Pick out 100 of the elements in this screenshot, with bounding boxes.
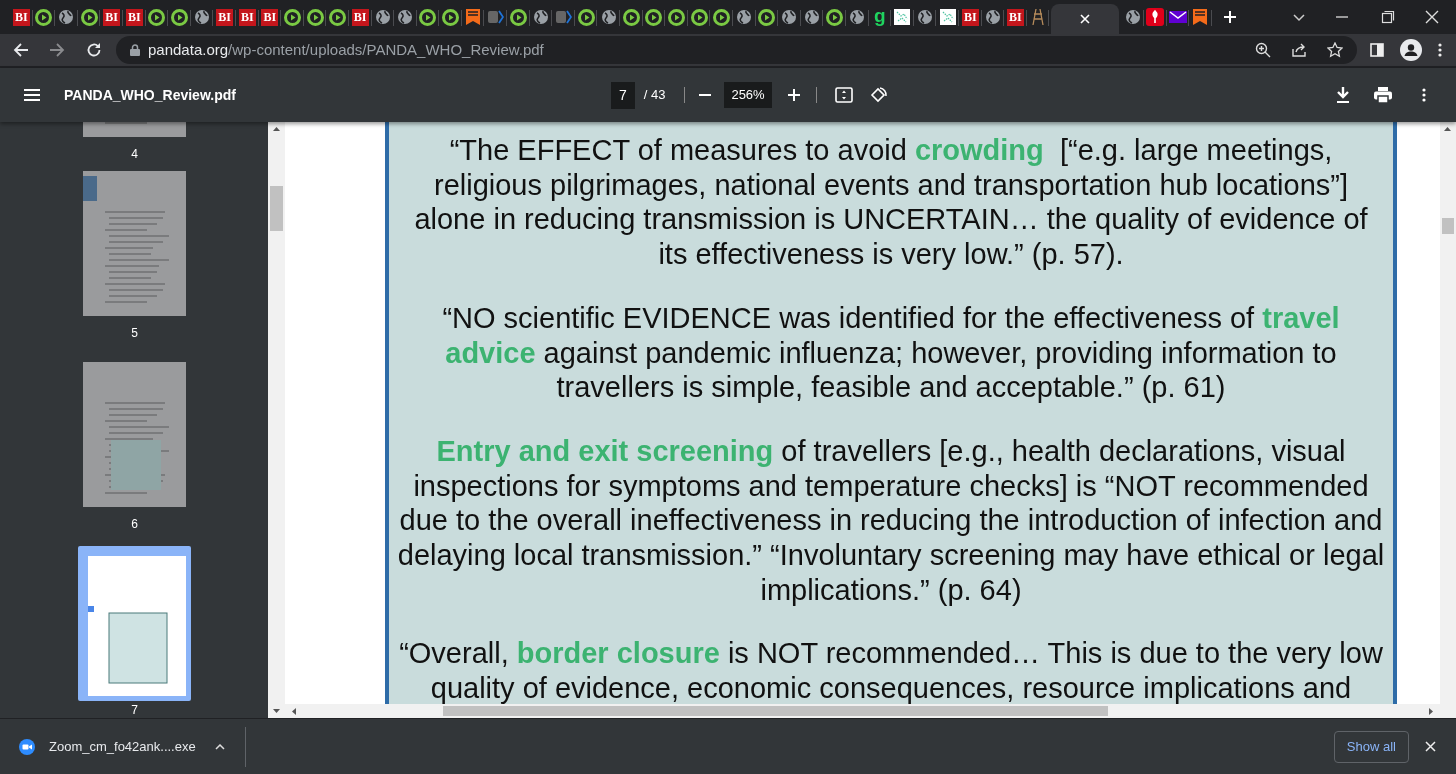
star-icon[interactable] [1327,42,1343,58]
play-icon [283,8,301,26]
play-icon [329,8,347,26]
browser-tab[interactable]: BI [258,0,282,34]
page-number: 5 [131,327,138,340]
lock-icon [130,44,140,56]
menu-icon[interactable] [1438,43,1442,57]
scroll-down-icon[interactable] [273,709,280,714]
browser-tab[interactable]: BI [1004,0,1027,34]
menu-icon[interactable] [24,89,40,101]
globe-icon [804,9,821,25]
zoom-in-icon[interactable] [787,89,800,101]
chevron-icon [555,9,572,25]
share-icon[interactable] [1291,42,1307,58]
quote-paragraph: “The EFFECT of measures to avoid crowding [“e.g. large meetings, religious pilgrimages, national events and transportation hub locations”] alone in reducing transmission is UNCERTAIN… the quality of evidence of its effectiveness is very low.” (p. 57). [413,133,1369,272]
scroll-left-icon[interactable] [291,708,296,715]
caret-icon[interactable] [214,743,225,750]
profile-icon[interactable] [1400,39,1422,61]
page-number: 7 [131,704,138,717]
play-icon [509,8,527,26]
more-icon[interactable] [1422,88,1426,102]
scrollbar-thumb[interactable] [1442,218,1454,234]
scroll-right-icon[interactable] [1429,708,1434,715]
address-field[interactable]: pandata.org/wp-content/uploads/PANDA_WHO_Review.pdf [116,36,1357,64]
browser-tab[interactable]: BI [348,0,372,34]
chevron-icon [487,9,504,25]
play-icon [758,8,776,26]
scrollbar[interactable] [268,122,285,718]
browser-tab[interactable]: BI [958,0,982,34]
forward-icon[interactable] [49,42,65,58]
browser-tab[interactable]: BI [100,0,123,34]
play-icon [622,8,640,26]
globe-icon [58,9,75,25]
globe-icon [917,9,934,25]
globe-icon [984,9,1001,25]
video-camera-icon [19,738,35,755]
pin-icon [1146,8,1165,26]
browser-tab[interactable]: BI [10,0,33,34]
globe-icon [781,9,798,25]
browser-tab[interactable]: g [868,0,892,34]
print-icon[interactable] [1374,87,1392,103]
play-icon [419,8,437,26]
close-icon[interactable] [1425,741,1436,752]
scrollbar-thumb[interactable] [443,706,1108,716]
play-icon [306,8,324,26]
file-name: PANDA_WHO_Review.pdf [64,85,236,105]
globe-icon [397,9,414,25]
scrollbar[interactable] [1440,122,1456,704]
globe-icon [1124,9,1141,25]
globe-icon [374,9,391,25]
play-icon [690,8,708,26]
show-all-button[interactable]: Show all [1333,730,1409,763]
logo-icon: BI [261,8,279,26]
zoom-level-field[interactable]: 256% [724,82,772,108]
minimize-icon[interactable] [1335,16,1349,18]
download-file-name[interactable]: Zoom_cm_fo42ank....exe [49,736,196,757]
logo-icon: BI [961,8,979,26]
logo-icon: BI [125,8,143,26]
page-number: 6 [131,518,138,531]
logo-icon: BI [12,8,30,26]
globe-icon [600,9,617,25]
page-thumbnail[interactable] [78,546,191,701]
page-thumbnail[interactable] [83,362,186,507]
play-icon [713,8,731,26]
page-number: 4 [131,148,138,161]
reload-icon[interactable] [86,42,102,58]
close-icon[interactable] [1425,10,1439,24]
side-panel-icon[interactable] [1370,43,1384,57]
globe-icon [532,9,549,25]
page-number-field[interactable]: 7 [610,81,635,109]
play-icon [577,8,595,26]
chart-icon [939,9,956,25]
scrollbar-thumb[interactable] [270,186,283,231]
chart-icon [894,9,911,25]
logo-icon: BI [238,8,256,26]
browser-tab[interactable]: BI [235,0,259,34]
play-icon [35,8,53,26]
logo-icon: BI [351,8,369,26]
back-icon[interactable] [13,42,29,58]
scroll-up-icon[interactable] [1444,126,1451,131]
logo-icon: BI [1006,8,1024,26]
page-thumbnail[interactable] [83,171,186,316]
play-icon [668,8,685,26]
scrollbar[interactable] [285,704,1456,718]
globe-icon [194,9,211,25]
rotate-icon[interactable] [869,86,888,104]
play-icon [170,8,188,26]
download-icon[interactable] [1336,87,1350,103]
fit-page-icon[interactable] [834,87,853,103]
mail-icon [1168,10,1187,24]
zoom-icon[interactable] [1255,42,1271,58]
quote-paragraph: “NO scientific EVIDENCE was identified for the effectiveness of travel advice against pandemic influenza; however, providing information to travellers is simple, feasible and acceptable.” (p. 61) [441,300,1341,405]
bookmark-icon [1192,8,1209,26]
play-icon [826,8,844,26]
ladder-icon [1032,8,1044,26]
quote-paragraph: “Overall, border closure is NOT recommended… This is due to the very low quality of evidence, economic consequences, resource implications and [398,636,1384,704]
restore-icon[interactable] [1381,10,1395,24]
browser-tab[interactable]: BI [122,0,146,34]
scroll-up-icon[interactable] [273,126,280,131]
browser-tab[interactable]: BI [213,0,236,34]
